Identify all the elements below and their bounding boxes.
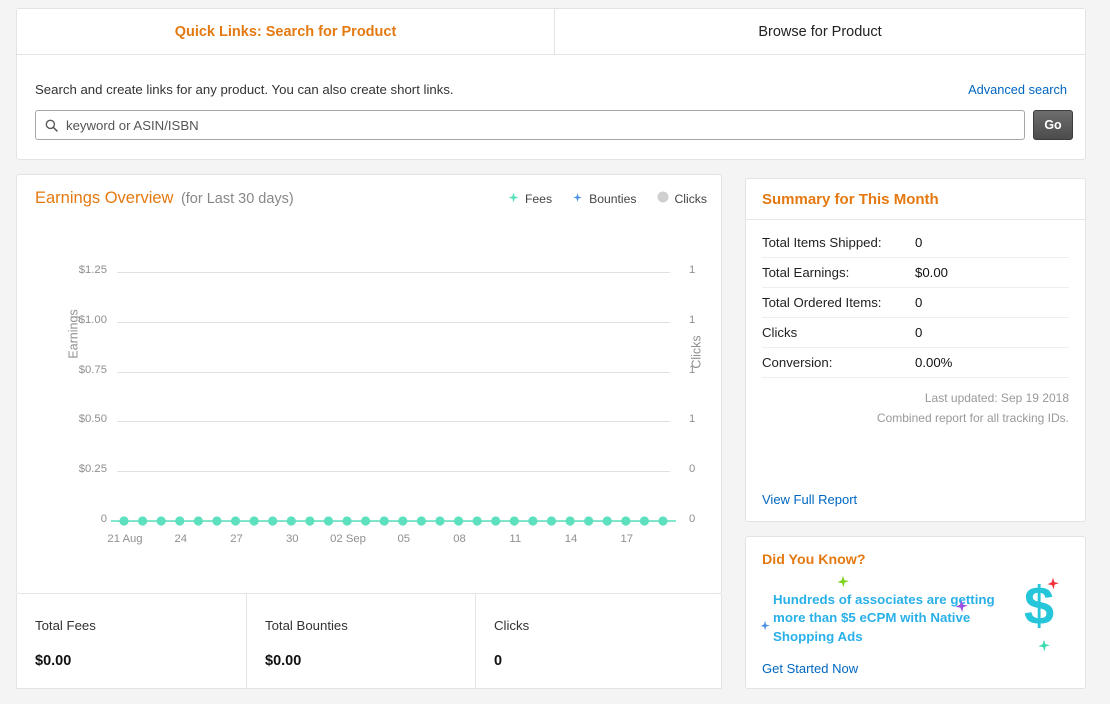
earnings-overview-card: Earnings Overview (for Last 30 days) Fee… [16,174,722,594]
search-input[interactable] [58,112,1024,138]
stat-total-bounties: Total Bounties $0.00 [246,594,475,688]
x-axis-tick: 08 [437,533,483,545]
go-button[interactable]: Go [1033,110,1073,140]
sparkle-blue-icon [759,619,771,637]
promo-message: Hundreds of associates are getting more … [773,591,1013,646]
legend-label-fees: Fees [525,192,552,206]
summary-value: 0 [915,325,922,340]
get-started-now-link[interactable]: Get Started Now [762,661,858,676]
quick-links-card: Quick Links: Search for Product Browse f… [16,8,1086,160]
product-search-row: Go [35,110,1073,140]
stat-value: $0.00 [35,653,246,669]
summary-card: Summary for This Month Total Items Shipp… [745,178,1086,522]
x-axis-tick: 21 Aug [102,533,148,545]
summary-key: Total Items Shipped: [762,235,915,250]
summary-key: Total Ordered Items: [762,295,915,310]
summary-key: Total Earnings: [762,265,915,280]
earnings-plot: Earnings Clicks $1.251$1.001$0.751$0.501… [17,215,723,515]
chart-subtitle: (for Last 30 days) [181,191,294,207]
last-updated-text: Last updated: Sep 19 2018 [762,389,1069,409]
x-axis-tick: 05 [381,533,427,545]
tab-browse-for-product[interactable]: Browse for Product [554,9,1085,55]
stat-label: Total Fees [35,618,246,633]
search-input-wrapper[interactable] [35,110,1025,140]
x-axis-tick: 17 [604,533,650,545]
summary-value: $0.00 [915,265,948,280]
sparkle-red-icon [1046,577,1060,596]
summary-value: 0 [915,235,922,250]
stat-clicks: Clicks 0 [475,594,704,688]
sparkle-green-icon [836,575,850,594]
summary-value: 0 [915,295,922,310]
legend-label-clicks: Clicks [675,192,708,206]
did-you-know-card: Did You Know? Hundreds of associates are… [745,536,1086,689]
summary-title: Summary for This Month [746,179,1085,220]
summary-key: Clicks [762,325,915,340]
advanced-search-link[interactable]: Advanced search [968,82,1067,97]
summary-last-updated: Last updated: Sep 19 2018 Combined repor… [762,389,1069,429]
sparkle-teal-icon [1037,639,1051,658]
x-axis-tick: 14 [548,533,594,545]
series-fees [17,215,723,535]
chart-header: Earnings Overview (for Last 30 days) Fee… [17,175,721,215]
summary-value: 0.00% [915,355,952,370]
stat-total-fees: Total Fees $0.00 [17,594,246,688]
stat-label: Total Bounties [265,618,475,633]
summary-row: Conversion: 0.00% [762,348,1069,378]
quick-links-description: Search and create links for any product.… [35,82,454,97]
summary-row: Clicks 0 [762,318,1069,348]
legend-item-fees[interactable]: Fees [508,192,552,206]
summary-row: Total Ordered Items: 0 [762,288,1069,318]
view-full-report-link[interactable]: View Full Report [762,492,857,507]
chart-title: Earnings Overview [35,189,173,207]
search-icon [45,119,58,132]
chart-legend: Fees Bounties Clic [508,191,707,206]
summary-row: Total Items Shipped: 0 [762,228,1069,258]
x-axis-tick: 11 [492,533,538,545]
tracking-note-text: Combined report for all tracking IDs. [762,409,1069,429]
sparkle-purple-icon [954,599,969,619]
x-axis-tick: 27 [214,533,260,545]
summary-row: Total Earnings: $0.00 [762,258,1069,288]
summary-key: Conversion: [762,355,915,370]
product-tabs: Quick Links: Search for Product Browse f… [17,9,1085,55]
did-you-know-title: Did You Know? [762,552,866,568]
legend-item-bounties[interactable]: Bounties [572,192,636,206]
legend-item-clicks[interactable]: Clicks [657,191,708,206]
associates-dashboard-page: Quick Links: Search for Product Browse f… [0,0,1110,704]
promo-artwork: Hundreds of associates are getting more … [746,575,1087,655]
legend-label-bounties: Bounties [589,192,636,206]
tab-quick-links-search[interactable]: Quick Links: Search for Product [17,9,554,55]
x-axis-tick: 30 [269,533,315,545]
stat-value: $0.00 [265,653,475,669]
clicks-marker-icon [657,191,669,206]
x-axis-tick: 24 [158,533,204,545]
bounties-marker-icon [572,192,583,206]
summary-table: Total Items Shipped: 0 Total Earnings: $… [746,220,1085,429]
stat-value: 0 [494,653,704,669]
totals-row: Total Fees $0.00 Total Bounties $0.00 Cl… [16,594,722,689]
fees-marker-icon [508,192,519,206]
x-axis-tick: 02 Sep [325,533,371,545]
stat-label: Clicks [494,618,704,633]
